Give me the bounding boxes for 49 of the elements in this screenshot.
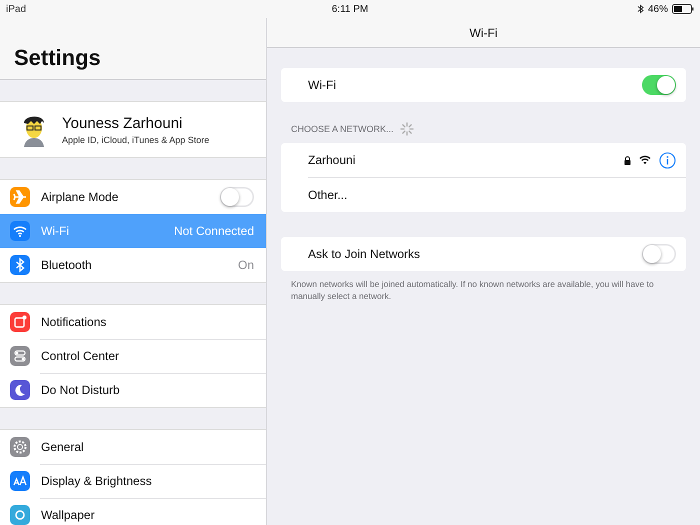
wifi-page-title: Wi-Fi [470,26,498,40]
section-header: CHOOSE A NETWORK... [291,124,394,134]
profile-subtitle: Apple ID, iCloud, iTunes & App Store [62,134,210,144]
sidebar-item-label: Airplane Mode [41,190,120,204]
network-name: Other... [308,188,348,202]
gear-icon [10,437,30,457]
ask-to-join-label: Ask to Join Networks [308,247,422,261]
sidebar-item[interactable]: General [0,430,266,464]
sidebar-item[interactable]: Do Not Disturb [0,373,266,407]
sidebar-item-value: Not Connected [174,224,254,238]
sidebar-item[interactable]: Airplane Mode [0,180,266,214]
spinner-icon [400,122,414,136]
sidebar-item[interactable]: Notifications [0,305,266,339]
status-time: 6:11 PM [332,4,368,14]
sidebar-item-label: Wallpaper [41,508,96,522]
sidebar-item-label: Wi-Fi [41,224,70,238]
profile-row[interactable]: Youness Zarhouni Apple ID, iCloud, iTunes & App Store [0,101,266,158]
settings-title: Settings [14,45,101,71]
notifications-icon [10,312,30,332]
info-button[interactable] [659,152,676,168]
sidebar-item-label: General [41,440,85,454]
wifi-signal-icon [639,155,651,165]
sidebar-item-label: Do Not Disturb [41,383,121,397]
sidebar-item-label: Display & Brightness [41,474,153,488]
bluetooth-icon [636,4,644,14]
profile-name: Youness Zarhouni [62,114,184,132]
bluetooth-icon [10,255,30,275]
battery-percent: 46% [648,4,668,14]
sidebar-item[interactable]: Bluetooth On [0,248,266,282]
network-row[interactable]: Other... [308,177,686,212]
wifi-label: Wi-Fi [308,78,337,92]
sidebar-item[interactable]: Control Center [0,339,266,373]
moon-icon [10,380,30,400]
sidebar-item-label: Control Center [41,349,120,363]
sidebar-item[interactable]: Wallpaper [0,498,266,525]
battery-icon [672,4,694,14]
device-name: iPad [6,4,26,14]
network-name: Zarhouni [308,153,356,167]
sidebar-item-label: Notifications [41,315,108,329]
sidebar-item-value: On [238,258,254,272]
network-row[interactable]: Zarhouni [281,143,686,177]
ask-to-join-toggle[interactable] [642,244,676,264]
airplane-mode-toggle[interactable] [220,187,254,207]
wifi-toggle[interactable] [642,75,676,95]
sidebar-item-label: Bluetooth [41,258,93,272]
sidebar-item[interactable]: Display & Brightness [0,464,266,498]
wifi-icon [10,221,30,241]
airplane-icon [10,187,30,207]
footer-note: Known networks will be joined automatically. If no known networks are available, you will have to manually select a network. [291,278,655,303]
